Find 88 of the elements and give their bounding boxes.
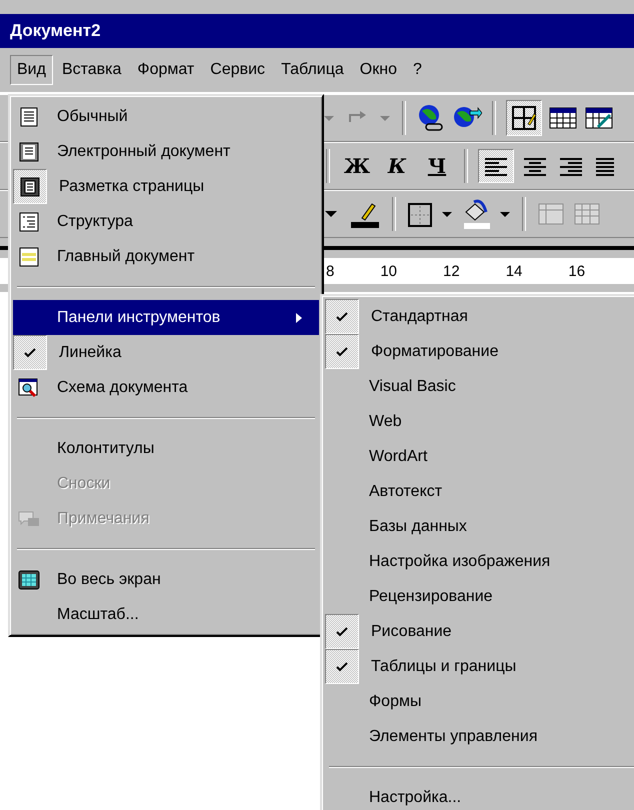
format-button[interactable]: Ч xyxy=(420,154,454,178)
menu-item[interactable]: Во весь экран xyxy=(13,562,319,597)
menu-bar-item[interactable]: Формат xyxy=(130,55,202,85)
menu-item[interactable]: Разметка страницы xyxy=(13,169,319,204)
checkmark-icon xyxy=(23,346,37,358)
menu-label: Стандартная xyxy=(371,308,469,326)
menu-bar-item[interactable]: Вставка xyxy=(54,55,128,85)
align-left-button[interactable] xyxy=(478,149,514,183)
menu-label: Форматирование xyxy=(371,342,500,360)
menu-label: Настройка... xyxy=(369,788,462,806)
menu-label: Базы данных xyxy=(369,518,468,536)
menu-label: Автотекст xyxy=(369,482,444,500)
ruler-number: 8 xyxy=(326,262,334,280)
menu-item[interactable]: Форматирование xyxy=(325,334,634,369)
menu-label: Линейка xyxy=(59,344,122,362)
ruler-number: 10 xyxy=(380,262,398,280)
table-icon[interactable] xyxy=(584,105,614,131)
checkmark-icon xyxy=(335,660,349,672)
ruler-number: 14 xyxy=(506,262,522,280)
menu-label: Разметка страницы xyxy=(59,178,206,196)
menu-label: Главный документ xyxy=(57,248,196,266)
menu-label: Web xyxy=(369,412,403,430)
menu-item[interactable]: Элементы управления xyxy=(325,719,634,754)
menu-label: Масштаб... xyxy=(57,606,140,624)
checkmark-icon xyxy=(335,346,349,358)
menu-label: Схема документа xyxy=(57,378,189,396)
menu-item[interactable]: Настройка... xyxy=(325,780,634,810)
menu-label: WordArt xyxy=(369,448,428,466)
menu-item[interactable]: Колонтитулы xyxy=(13,431,319,466)
menu-bar-item[interactable]: Окно xyxy=(352,55,404,85)
menu-label: Панели инструментов xyxy=(57,308,222,326)
menu-item[interactable]: Стандартная xyxy=(325,299,634,334)
menu-item[interactable]: Масштаб... xyxy=(13,597,319,632)
menu-item[interactable]: WordArt xyxy=(325,439,634,474)
border-icon[interactable] xyxy=(406,200,434,228)
master-document-icon xyxy=(19,246,39,266)
menu-item[interactable]: Таблицы и границы xyxy=(325,649,634,684)
format-button[interactable]: Ж xyxy=(340,154,374,178)
menu-label: Формы xyxy=(369,692,422,710)
ruler-number: 16 xyxy=(568,262,586,280)
menu-bar-item[interactable]: Сервис xyxy=(203,55,272,85)
menu-label: Таблицы и границы xyxy=(371,658,518,676)
menu-item[interactable]: Рецензирование xyxy=(325,579,634,614)
disabled-label: Сноски xyxy=(57,474,112,492)
menu-bar-item[interactable]: Вид xyxy=(10,55,53,85)
menu-label: Элементы управления xyxy=(369,728,538,746)
page-layout-icon xyxy=(20,176,40,196)
menu-item[interactable]: Электронный документ xyxy=(13,134,319,169)
menu-label: Visual Basic xyxy=(369,378,457,396)
comment-icon xyxy=(18,510,40,528)
checkmark-icon xyxy=(335,310,349,322)
submenu-arrow-icon xyxy=(295,312,303,324)
table-icon[interactable] xyxy=(548,105,578,131)
document-map-icon xyxy=(18,378,40,398)
menu-item[interactable]: Главный документ xyxy=(13,239,319,274)
outline-icon xyxy=(19,212,39,232)
menu-bar-item[interactable]: ? xyxy=(406,55,429,85)
menu-item[interactable]: Автотекст xyxy=(325,474,634,509)
menu-label: Колонтитулы xyxy=(57,440,156,458)
menu-item[interactable]: Структура xyxy=(13,204,319,239)
menu-item[interactable]: Web xyxy=(325,404,634,439)
menu-label: Настройка изображения xyxy=(369,552,552,570)
menu-item[interactable]: Схема документа xyxy=(13,370,319,405)
menu-label: Рецензирование xyxy=(369,588,494,606)
menu-item[interactable]: Базы данных xyxy=(325,509,634,544)
menu-item[interactable]: Рисование xyxy=(325,614,634,649)
menu-label: Во весь экран xyxy=(57,570,162,588)
page-icon xyxy=(19,142,39,162)
disabled-label: Примечания xyxy=(57,510,150,528)
window-title: Документ2 xyxy=(10,21,101,41)
draw-table-icon xyxy=(510,104,538,132)
menu-label: Рисование xyxy=(371,622,453,640)
checkmark-icon xyxy=(335,626,349,638)
menu-item[interactable]: Настройка изображения xyxy=(325,544,634,579)
menu-item[interactable]: Панели инструментов xyxy=(13,300,319,335)
menu-label: Структура xyxy=(57,212,134,230)
menu-label: Электронный документ xyxy=(57,142,232,160)
menu-item[interactable]: Формы xyxy=(325,684,634,719)
page-icon xyxy=(19,106,39,126)
menu-label: Обычный xyxy=(57,108,129,126)
menu-bar-item[interactable]: Таблица xyxy=(274,55,351,85)
draw-table-button[interactable] xyxy=(506,100,542,136)
full-screen-icon xyxy=(18,570,40,590)
format-button[interactable]: К xyxy=(380,154,414,178)
ruler-number: 12 xyxy=(443,262,460,280)
menu-item[interactable]: Обычный xyxy=(13,99,319,134)
menu-item[interactable]: Visual Basic xyxy=(325,369,634,404)
menu-item[interactable]: Линейка xyxy=(13,335,319,370)
